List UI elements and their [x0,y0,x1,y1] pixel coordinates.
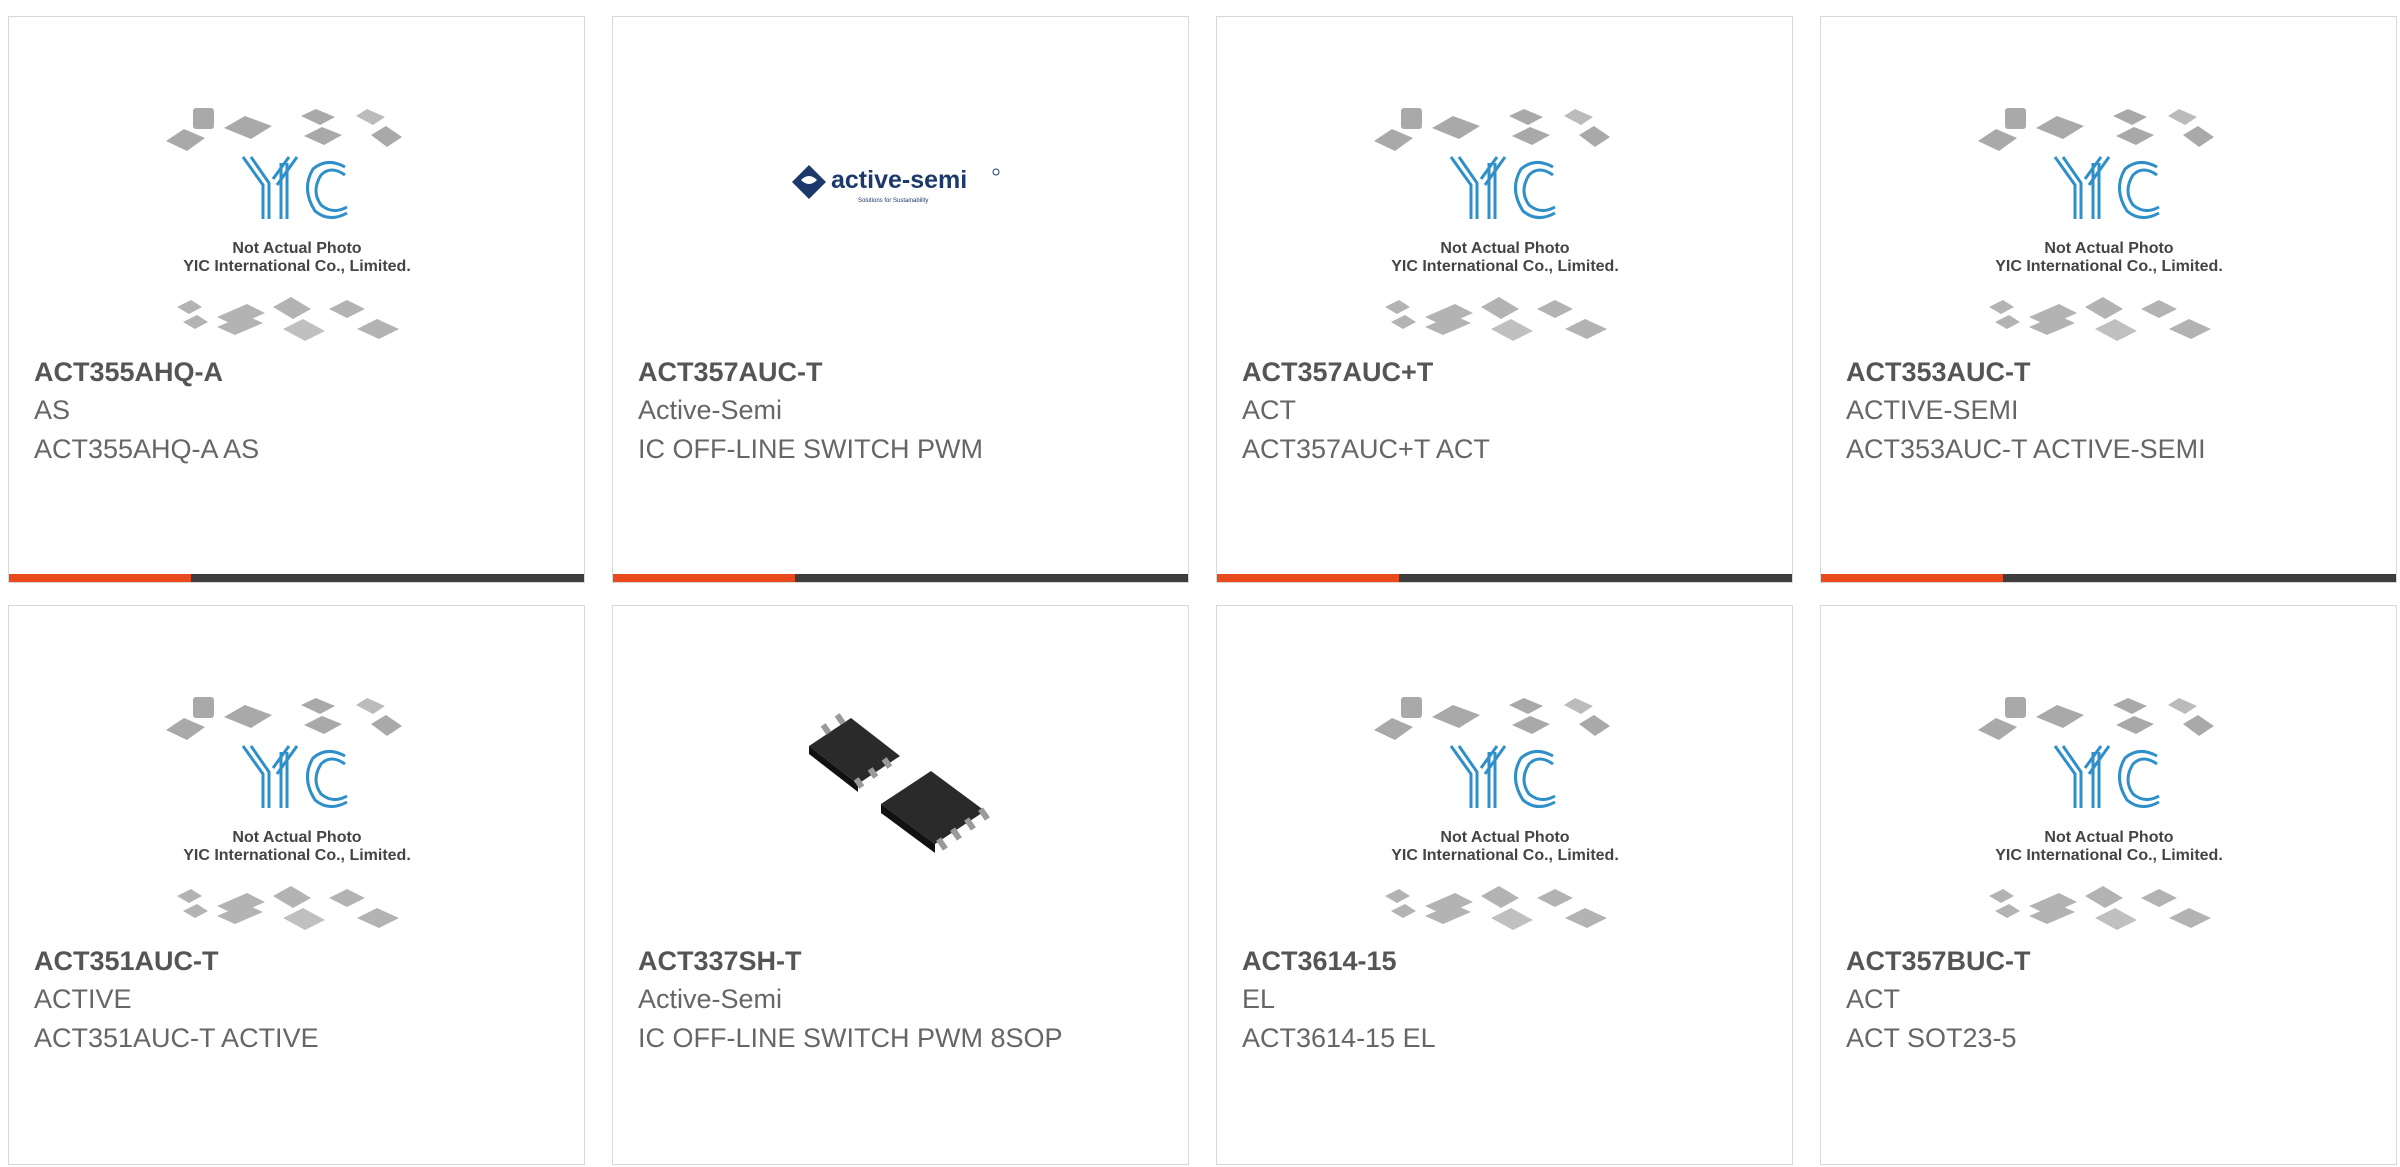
part-number-link[interactable]: ACT357AUC-T [638,357,823,388]
description-text: IC OFF-LINE SWITCH PWM [638,434,983,464]
yic-placeholder-image: Not Actual Photo YIC International Co., … [166,108,411,341]
part-number-link[interactable]: ACT357BUC-T [1846,946,2031,977]
product-image[interactable]: Not Actual Photo YIC International Co., … [1821,17,2396,347]
description-text: IC OFF-LINE SWITCH PWM 8SOP [638,1023,1063,1053]
logo-brand-text: active-semi [831,166,967,194]
description-text: ACT355AHQ-A AS [34,434,260,464]
active-semi-logo-image: active-semi Solutions for Sustainability [792,165,1000,204]
card-bottom-bar [1821,574,2396,582]
part-number-link[interactable]: ACT351AUC-T [34,946,219,977]
placeholder-line2: YIC International Co., Limited. [183,258,411,275]
product-card[interactable]: ACT337SH-T Active-Semi IC OFF-LINE SWITCH … [612,605,1189,1165]
logo-tagline-text: Solutions for Sustainability [858,198,928,204]
description-text: ACT SOT23-5 [1846,1023,2017,1053]
placeholder-line2: YIC International Co., Limited. [1391,847,1619,864]
product-card[interactable]: Not Actual Photo YIC International Co., … [1216,16,1793,583]
product-card[interactable]: Not Actual Photo YIC International Co., … [1820,16,2397,583]
manufacturer-text: ACTIVE-SEMI [1846,395,2019,425]
product-card[interactable]: active-semi Solutions for Sustainability… [612,16,1189,583]
card-accent-bar [613,574,795,582]
part-number-link[interactable]: ACT357AUC+T [1242,357,1433,388]
sop8-chip-photo-image [801,671,1001,871]
yic-placeholder-image: Not Actual Photo YIC International Co., … [1978,108,2223,341]
placeholder-line1: Not Actual Photo [1440,240,1569,257]
placeholder-line1: Not Actual Photo [1440,829,1569,846]
manufacturer-text: ACT [1846,984,1900,1014]
product-image[interactable]: active-semi Solutions for Sustainability [613,17,1188,347]
part-number-link[interactable]: ACT337SH-T [638,946,802,977]
manufacturer-text: Active-Semi [638,395,783,425]
description-text: ACT3614-15 EL [1242,1023,1436,1053]
placeholder-line1: Not Actual Photo [232,829,361,846]
yic-placeholder-image: Not Actual Photo YIC International Co., … [1374,697,1619,930]
placeholder-line1: Not Actual Photo [2044,829,2173,846]
product-image[interactable]: Not Actual Photo YIC International Co., … [1217,17,1792,347]
product-image[interactable]: Not Actual Photo YIC International Co., … [1217,606,1792,936]
manufacturer-text: EL [1242,984,1276,1014]
card-accent-bar [1217,574,1399,582]
manufacturer-text: ACT [1242,395,1296,425]
placeholder-line2: YIC International Co., Limited. [1995,258,2223,275]
placeholder-line2: YIC International Co., Limited. [183,847,411,864]
manufacturer-text: ACTIVE [34,984,132,1014]
product-card[interactable]: Not Actual Photo YIC International Co., … [8,605,585,1165]
part-number-link[interactable]: ACT353AUC-T [1846,357,2031,388]
placeholder-line2: YIC International Co., Limited. [1995,847,2223,864]
part-number-link[interactable]: ACT355AHQ-A [34,357,223,388]
placeholder-line1: Not Actual Photo [232,240,361,257]
product-image[interactable] [613,606,1188,936]
description-text: ACT353AUC-T ACTIVE-SEMI [1846,434,2206,464]
product-card[interactable]: Not Actual Photo YIC International Co., … [1216,605,1793,1165]
card-accent-bar [1821,574,2003,582]
card-accent-bar [9,574,191,582]
card-bottom-bar [1217,574,1792,582]
manufacturer-text: Active-Semi [638,984,783,1014]
yic-placeholder-image: Not Actual Photo YIC International Co., … [1374,108,1619,341]
part-number-link[interactable]: ACT3614-15 [1242,946,1397,977]
description-text: ACT351AUC-T ACTIVE [34,1023,319,1053]
card-bottom-bar [9,574,584,582]
product-card[interactable]: Not Actual Photo YIC International Co., … [8,16,585,583]
product-image[interactable]: Not Actual Photo YIC International Co., … [9,606,584,936]
yic-placeholder-image: Not Actual Photo YIC International Co., … [1978,697,2223,930]
product-image[interactable]: Not Actual Photo YIC International Co., … [1821,606,2396,936]
product-card[interactable]: Not Actual Photo YIC International Co., … [1820,605,2397,1165]
product-image[interactable]: Not Actual Photo YIC International Co., … [9,17,584,347]
placeholder-line2: YIC International Co., Limited. [1391,258,1619,275]
manufacturer-text: AS [34,395,71,425]
placeholder-line1: Not Actual Photo [2044,240,2173,257]
card-bottom-bar [613,574,1188,582]
yic-placeholder-image: Not Actual Photo YIC International Co., … [166,697,411,930]
description-text: ACT357AUC+T ACT [1242,434,1490,464]
